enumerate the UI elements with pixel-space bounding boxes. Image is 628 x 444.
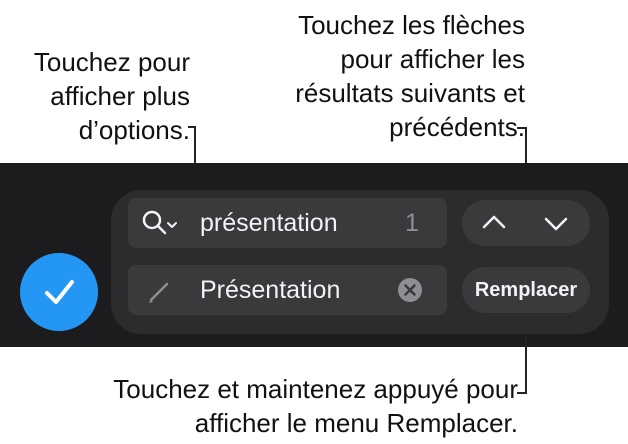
search-options-icon[interactable] [140,208,184,238]
callout-arrows-line-3: résultats suivants et [295,78,525,108]
callout-replace-line-2: afficher le menu Remplacer. [194,408,518,438]
callout-replace: Touchez et maintenez appuyé pour affiche… [113,372,518,440]
chevron-down-icon[interactable] [536,203,576,243]
replace-button-label: Remplacer [474,279,578,301]
callout-arrows-line-1: Touchez les flèches [298,10,525,40]
match-count: 1 [405,209,419,237]
callout-options-line-2: afficher plus [50,81,190,111]
done-button[interactable] [20,253,98,331]
callout-arrows: Touchez les flèches pour afficher les ré… [295,8,525,144]
callout-replace-leader-h [517,392,527,394]
chevron-up-icon[interactable] [474,203,514,243]
clear-x-icon[interactable] [397,277,423,303]
callout-options: Touchez pour afficher plus d’options. [34,45,190,147]
callout-arrows-line-2: pour afficher les [340,44,525,74]
replace-button[interactable]: Remplacer [462,267,590,313]
checkmark-icon [45,280,74,304]
replace-input[interactable]: Présentation [200,265,340,315]
callout-replace-leader-v [525,334,527,394]
callout-replace-line-1: Touchez et maintenez appuyé pour [113,374,518,404]
callout-arrows-line-4: précédents. [389,112,525,142]
pencil-icon [149,282,169,303]
callout-options-line-1: Touchez pour [33,47,190,77]
search-input[interactable]: présentation [200,198,338,248]
callout-options-line-3: d’options. [78,115,190,145]
